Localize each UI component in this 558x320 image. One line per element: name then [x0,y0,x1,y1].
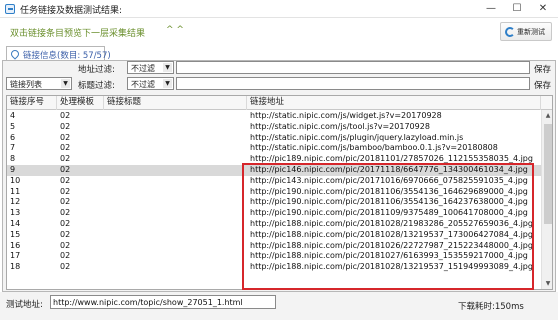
cell-url: http://static.nipic.com/js/bamboo/bamboo… [250,143,498,153]
cell-template: 02 [60,175,71,185]
retest-button[interactable]: 重新测试 [500,22,552,41]
test-url-field[interactable]: http://www.nipic.com/topic/show_27051_1.… [50,295,276,309]
cell-template: 02 [60,154,71,164]
cell-seq: 17 [10,251,21,261]
table-row[interactable]: 5 02 http://static.nipic.com/js/tool.js?v=… [7,122,541,133]
cell-template: 02 [60,251,71,261]
title-bar: 任务链接及数据测试结果: — ☐ ✕ [0,0,558,18]
cell-title [107,219,245,230]
cell-template: 02 [60,186,71,196]
cell-template: 02 [60,197,71,207]
cell-template: 02 [60,143,71,153]
cell-title [107,262,245,273]
cell-seq: 11 [10,186,21,196]
cell-title [107,154,245,165]
cell-seq: 7 [10,143,16,153]
url-filter-mode-select[interactable]: 不过滤 ▼ [127,61,174,74]
cell-seq: 9 [10,165,16,174]
cell-seq: 5 [10,121,16,131]
save-title-filter-button[interactable]: 保存 [534,79,551,91]
cell-seq: 12 [10,197,21,207]
cell-title [107,208,245,219]
cell-template: 02 [60,111,71,120]
close-button[interactable]: ✕ [530,0,556,18]
cell-url: http://static.nipic.com/js/plugin/jquery… [250,132,464,142]
title-filter-input[interactable] [176,77,530,90]
cell-title [107,251,245,262]
cell-title [107,176,245,187]
link-icon [9,48,21,60]
column-header-url[interactable]: 链接地址 [247,96,541,110]
table-header: 链接序号 处理模板 链接标题 链接地址 [7,96,552,110]
url-filter-mode-value: 不过滤 [131,64,155,73]
retest-label: 重新测试 [517,28,545,36]
cell-template: 02 [60,165,71,174]
collapse-arrows-icon[interactable]: ^ ^ [166,25,184,35]
column-header-title[interactable]: 链接标题 [104,96,247,110]
column-header-seq[interactable]: 链接序号 [7,96,57,110]
preview-hint: 双击链接条目预览下一层采集结果 [10,29,146,39]
download-time: 下载耗时:150ms [458,302,524,312]
title-filter-mode-value: 不过滤 [131,80,155,89]
scroll-up-icon[interactable]: ▲ [542,110,552,122]
cell-title [107,143,245,154]
title-filter-mode-select[interactable]: 不过滤 ▼ [127,77,174,90]
cell-seq: 15 [10,229,21,239]
table-row[interactable]: 7 02 http://static.nipic.com/js/bamboo/bam… [7,143,541,154]
cell-title [107,133,245,144]
cell-template: 02 [60,132,71,142]
test-url-label: 测试地址: [6,300,43,310]
cell-title [107,187,245,198]
chevron-down-icon: ▼ [163,79,172,88]
cell-url: http://static.nipic.com/js/tool.js?v=201… [250,121,430,131]
cell-template: 02 [60,219,71,228]
highlight-box [242,163,534,290]
cell-title [107,197,245,208]
tab-link-info[interactable]: 链接信息(数目: 57/57) [6,46,111,61]
vertical-scrollbar[interactable]: ▲ ▼ [541,110,552,289]
toolbar: 双击链接条目预览下一层采集结果 ^ ^ 重新测试 [0,18,558,46]
cell-seq: 18 [10,262,21,272]
cell-template: 02 [60,262,71,272]
cell-template: 02 [60,229,71,239]
cell-title [107,165,245,176]
list-type-select[interactable]: 链接列表 ▼ [6,77,72,90]
cell-title [107,241,245,252]
app-icon [5,4,15,14]
cell-seq: 16 [10,240,21,250]
maximize-button[interactable]: ☐ [504,0,530,18]
cell-url: http://static.nipic.com/js/widget.js?v=2… [250,111,442,120]
chevron-down-icon: ▼ [61,79,70,88]
table-row[interactable]: 6 02 http://static.nipic.com/js/plugin/jqu… [7,133,541,144]
scrollbar-thumb[interactable] [544,124,552,224]
cell-title [107,230,245,241]
url-filter-label: 地址过滤: [78,65,115,75]
minimize-button[interactable]: — [478,0,504,18]
cell-seq: 6 [10,132,16,142]
list-type-value: 链接列表 [10,80,42,89]
cell-title [107,122,245,133]
title-filter-label: 标题过滤: [78,81,115,91]
refresh-icon [505,27,515,37]
chevron-down-icon: ▼ [163,63,172,72]
cell-seq: 14 [10,219,21,228]
cell-seq: 13 [10,208,21,218]
cell-title [107,111,245,122]
column-header-template[interactable]: 处理模板 [57,96,104,110]
cell-template: 02 [60,240,71,250]
test-url-value: http://www.nipic.com/topic/show_27051_1.… [53,298,243,307]
cell-seq: 10 [10,175,21,185]
cell-template: 02 [60,121,71,131]
scroll-down-icon[interactable]: ▼ [542,278,552,289]
url-filter-input[interactable] [176,61,530,74]
window-title: 任务链接及数据测试结果: [20,6,123,16]
cell-seq: 4 [10,111,16,120]
status-bar: 测试地址: http://www.nipic.com/topic/show_27… [0,292,558,320]
cell-template: 02 [60,208,71,218]
cell-seq: 8 [10,154,16,164]
save-url-filter-button[interactable]: 保存 [534,63,551,75]
table-row[interactable]: 4 02 http://static.nipic.com/js/widget.js?… [7,111,541,122]
